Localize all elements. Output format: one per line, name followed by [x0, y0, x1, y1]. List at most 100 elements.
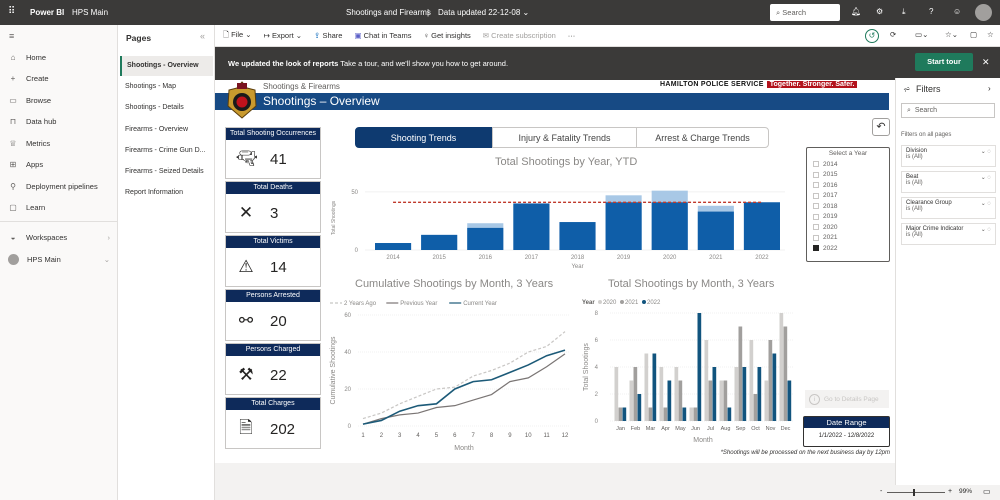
- bar-2020-Aug: [719, 380, 724, 421]
- hamburger-icon[interactable]: ≡: [9, 31, 14, 41]
- page-tab-shootings-overview[interactable]: Shootings - Overview: [120, 56, 213, 76]
- checkbox[interactable]: [813, 224, 819, 231]
- nav-create[interactable]: + Create: [8, 74, 49, 83]
- avatar[interactable]: [975, 4, 992, 21]
- option-label: 2018: [823, 202, 838, 210]
- zoom-level: 99%: [959, 488, 973, 495]
- checkbox[interactable]: [813, 171, 819, 178]
- export-menu[interactable]: ↦ Export ⌄: [264, 31, 302, 40]
- reset-icon[interactable]: ↺: [865, 29, 879, 43]
- view-icon[interactable]: ▭⌄: [915, 30, 928, 39]
- workspace-name[interactable]: HPS Main: [72, 8, 108, 17]
- share-button[interactable]: ⇪ Share: [314, 31, 342, 40]
- chevron-down-icon[interactable]: ⌄ ◌: [981, 200, 991, 207]
- x-tick-label: 4: [416, 433, 420, 439]
- slicer-option-2021[interactable]: 2021: [813, 233, 883, 244]
- nav-workspaces[interactable]: ◒ Workspaces ›: [8, 233, 110, 242]
- slicer-option-2019[interactable]: 2019: [813, 212, 883, 223]
- slicer-option-2020[interactable]: 2020: [813, 222, 883, 233]
- checkbox[interactable]: [813, 203, 819, 210]
- tab-shooting-trends[interactable]: Shooting Trends: [355, 127, 492, 148]
- more-options-button[interactable]: ···: [568, 31, 576, 40]
- x-axis-label: Month: [454, 445, 474, 452]
- feedback-icon[interactable]: ☺: [953, 7, 961, 16]
- zoom-slider[interactable]: [887, 492, 945, 493]
- page-tab-shootings-map[interactable]: Shootings - Map: [120, 77, 213, 97]
- filters-search-input[interactable]: ⌕ Search: [901, 103, 995, 118]
- gear-icon[interactable]: ⚙: [876, 7, 883, 16]
- collapse-icon[interactable]: «: [200, 31, 205, 41]
- nav-data-hub[interactable]: ⊓ Data hub: [8, 117, 57, 126]
- bookmark-icon[interactable]: ☆⌄: [945, 30, 958, 39]
- bar-2020-Apr: [659, 367, 664, 421]
- tab-injury-fatality-trends[interactable]: Injury & Fatality Trends: [492, 127, 637, 148]
- favorite-icon[interactable]: ☆: [987, 30, 994, 39]
- collapse-filters-icon[interactable]: ›: [988, 84, 991, 93]
- app-launcher-icon[interactable]: ⠿: [8, 6, 15, 17]
- warning-icon: ⚠: [238, 257, 254, 276]
- undo-button[interactable]: ↶: [872, 118, 890, 136]
- nav-apps[interactable]: ⊞ Apps: [8, 160, 43, 169]
- close-icon[interactable]: ✕: [982, 57, 990, 68]
- chevron-down-icon[interactable]: ⌄ ◌: [981, 174, 991, 181]
- checkbox[interactable]: [813, 213, 819, 220]
- checkbox[interactable]: [813, 234, 819, 241]
- nav-label: Learn: [26, 203, 46, 212]
- page-tab-firearms-crime-gun[interactable]: Firearms - Crime Gun D...: [120, 141, 213, 161]
- refresh-icon[interactable]: ⟳: [890, 30, 896, 39]
- slicer-option-2015[interactable]: 2015: [813, 170, 883, 181]
- x-tick-label: 2020: [663, 255, 677, 261]
- slicer-option-2022[interactable]: 2022: [813, 243, 883, 254]
- nav-deployment-pipelines[interactable]: ⚲ Deployment pipelines: [8, 182, 98, 191]
- chat-in-teams-button[interactable]: ▣ Chat in Teams: [354, 31, 411, 40]
- y-tick-label: 20: [344, 387, 351, 393]
- zoom-slider-thumb[interactable]: [913, 489, 915, 496]
- nav-hps-main[interactable]: HPS Main ⌄: [8, 254, 110, 265]
- checkbox[interactable]: [813, 245, 819, 252]
- trophy-icon: ♕: [9, 139, 17, 148]
- filter-beat[interactable]: Beat is (All) ⌄ ◌: [901, 171, 996, 193]
- checkbox[interactable]: [813, 192, 819, 199]
- nav-learn[interactable]: ▢ Learn: [8, 203, 45, 212]
- slicer-option-2017[interactable]: 2017: [813, 191, 883, 202]
- filter-clearance-group[interactable]: Clearance Group is (All) ⌄ ◌: [901, 197, 996, 219]
- go-to-details-button[interactable]: i Go to Details Page: [805, 390, 889, 408]
- page-tab-shootings-details[interactable]: Shootings - Details: [120, 98, 213, 118]
- nav-home[interactable]: ⌂ Home: [8, 53, 46, 62]
- report-toolbar: 🗋︎ File ⌄ ↦ Export ⌄ ⇪ Share ▣ Chat in T…: [215, 25, 1000, 47]
- page-tab-firearms-seized[interactable]: Firearms - Seized Details: [120, 162, 213, 182]
- create-subscription-button[interactable]: ✉ Create subscription: [483, 31, 556, 40]
- filter-major-crime-indicator[interactable]: Major Crime Indicator is (All) ⌄ ◌: [901, 223, 996, 245]
- page-tab-firearms-overview[interactable]: Firearms - Overview: [120, 120, 213, 140]
- canvas-top-border: [215, 78, 895, 80]
- zoom-out-button[interactable]: -: [880, 488, 882, 495]
- slicer-option-2016[interactable]: 2016: [813, 180, 883, 191]
- nav-browse[interactable]: ▭ Browse: [8, 96, 51, 105]
- chevron-down-icon[interactable]: ⌄ ◌: [981, 226, 991, 233]
- fit-to-page-icon[interactable]: ▭: [983, 487, 991, 496]
- slicer-option-2018[interactable]: 2018: [813, 201, 883, 212]
- page-tab-report-information[interactable]: Report Information: [120, 183, 213, 203]
- file-menu[interactable]: 🗋︎ File ⌄: [223, 29, 252, 42]
- tab-arrest-charge-trends[interactable]: Arrest & Charge Trends: [636, 127, 769, 148]
- filter-division[interactable]: Division is (All) ⌄ ◌: [901, 145, 996, 167]
- zoom-in-button[interactable]: +: [948, 488, 952, 495]
- download-icon[interactable]: ⤓: [902, 7, 906, 17]
- filters-title: Filters: [916, 84, 941, 94]
- start-tour-button[interactable]: Start tour: [915, 53, 973, 71]
- slicer-option-2014[interactable]: 2014: [813, 159, 883, 170]
- checkbox[interactable]: [813, 161, 819, 168]
- data-updated-dropdown[interactable]: Data updated 22-12-08 ⌄: [438, 8, 529, 17]
- help-icon[interactable]: ?: [929, 7, 933, 16]
- chevron-down-icon[interactable]: ⌄ ◌: [981, 148, 991, 155]
- bar-2022-Jul: [712, 367, 717, 421]
- info-icon: i: [809, 393, 820, 405]
- get-insights-button[interactable]: ♀ Get insights: [423, 31, 470, 40]
- checkbox[interactable]: [813, 182, 819, 189]
- search-box[interactable]: ⌕ Search: [770, 4, 840, 21]
- y-tick-label: 40: [344, 350, 351, 356]
- comment-icon[interactable]: ▢: [970, 30, 977, 39]
- bell-icon[interactable]: 🔔︎: [851, 7, 861, 16]
- nav-metrics[interactable]: ♕ Metrics: [8, 139, 50, 148]
- app-name[interactable]: Power BI: [30, 8, 64, 17]
